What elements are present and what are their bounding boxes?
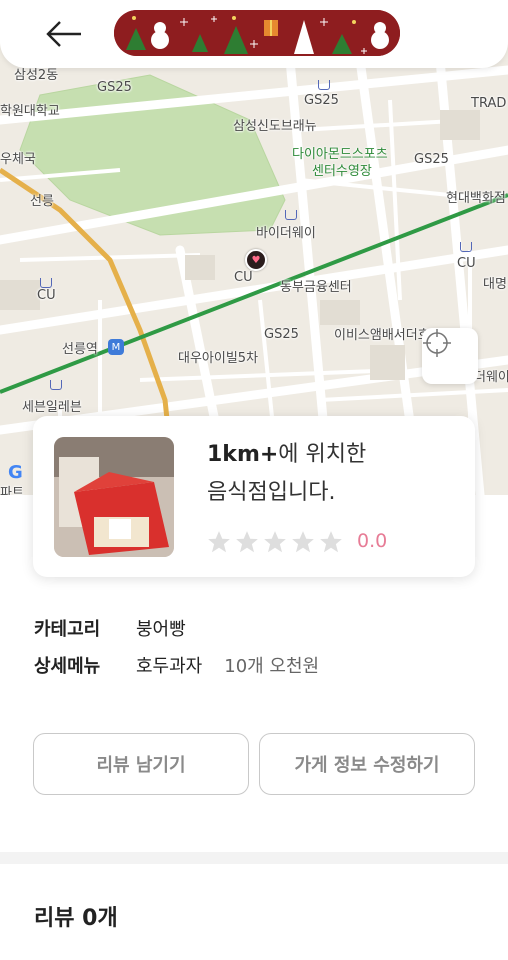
map-label: 더웨이 bbox=[474, 370, 508, 385]
title-text-line2: 음식점입니다. bbox=[207, 480, 336, 505]
menu-item: 호두과자 bbox=[136, 656, 203, 677]
map-label: 세븐일레븐 bbox=[22, 400, 82, 415]
map-label: 대명 bbox=[483, 277, 507, 292]
store-title: 1km+에 위치한 음식점입니다. bbox=[207, 436, 457, 512]
category-row: 카테고리 붕어빵 bbox=[34, 615, 186, 641]
back-button[interactable] bbox=[40, 14, 88, 54]
map-label: 대우아이빌5차 bbox=[178, 351, 259, 366]
menu-price: 10개 오천원 bbox=[224, 656, 320, 677]
map-label: 우체국 bbox=[0, 152, 36, 167]
arrow-left-icon bbox=[46, 21, 81, 47]
crosshair-icon bbox=[423, 329, 451, 357]
map-label: GS25 bbox=[97, 80, 132, 95]
rating-stars bbox=[206, 529, 344, 555]
store-poi-icon bbox=[318, 80, 330, 90]
subway-icon: M bbox=[108, 339, 124, 355]
map-label: CU bbox=[234, 270, 253, 285]
category-label: 카테고리 bbox=[34, 619, 101, 640]
map-label: 동부금융센터 bbox=[280, 280, 352, 295]
map-label: 선릉역 bbox=[62, 342, 98, 357]
map-label: 선릉 bbox=[30, 194, 54, 209]
rating-value: 0.0 bbox=[357, 530, 388, 552]
section-divider bbox=[0, 852, 508, 864]
menu-row: 상세메뉴 호두과자 10개 오천원 bbox=[34, 652, 319, 678]
star-icon bbox=[236, 531, 258, 553]
top-header bbox=[0, 0, 508, 68]
store-poi-icon bbox=[40, 278, 52, 288]
store-poi-icon bbox=[50, 380, 62, 390]
locate-me-button[interactable] bbox=[422, 328, 478, 384]
star-icon bbox=[292, 531, 314, 553]
map-label: 현대백화점 bbox=[446, 191, 506, 206]
map-label: CU bbox=[37, 288, 56, 303]
map-label: 학원대학교 bbox=[0, 104, 60, 119]
google-logo: G bbox=[8, 462, 23, 483]
map-label: 바이더웨이 bbox=[256, 226, 316, 241]
edit-store-button[interactable]: 가게 정보 수정하기 bbox=[259, 733, 475, 795]
review-count-heading: 리뷰 0개 bbox=[34, 906, 118, 931]
map-label: GS25 bbox=[414, 152, 449, 167]
store-photo bbox=[54, 437, 174, 557]
food-box-image bbox=[54, 437, 174, 557]
menu-label: 상세메뉴 bbox=[34, 656, 101, 677]
title-text: 에 위치한 bbox=[278, 442, 367, 467]
star-icon bbox=[208, 531, 230, 553]
category-value: 붕어빵 bbox=[136, 619, 186, 640]
map-label: GS25 bbox=[304, 93, 339, 108]
star-icon bbox=[264, 531, 286, 553]
write-review-button[interactable]: 리뷰 남기기 bbox=[33, 733, 249, 795]
map-label: 파트 bbox=[0, 486, 24, 495]
map-label: 센터수영장 bbox=[312, 164, 372, 179]
store-summary-card[interactable]: 1km+에 위치한 음식점입니다. 0.0 bbox=[33, 416, 475, 577]
christmas-pattern-icon bbox=[114, 10, 400, 56]
map-label: CU bbox=[457, 256, 476, 271]
map-label: TRAD bbox=[471, 96, 507, 111]
map-label: GS25 bbox=[264, 327, 299, 342]
star-icon bbox=[320, 531, 342, 553]
store-poi-icon bbox=[285, 210, 297, 220]
store-poi-icon bbox=[460, 242, 472, 252]
christmas-banner bbox=[114, 10, 400, 56]
map-label: 삼성신도브래뉴 bbox=[233, 119, 317, 134]
map-label: 이비스앰배서더호 bbox=[334, 328, 430, 343]
heart-pin-icon[interactable]: ♥ bbox=[245, 249, 267, 271]
distance-text: 1km+ bbox=[207, 442, 279, 467]
